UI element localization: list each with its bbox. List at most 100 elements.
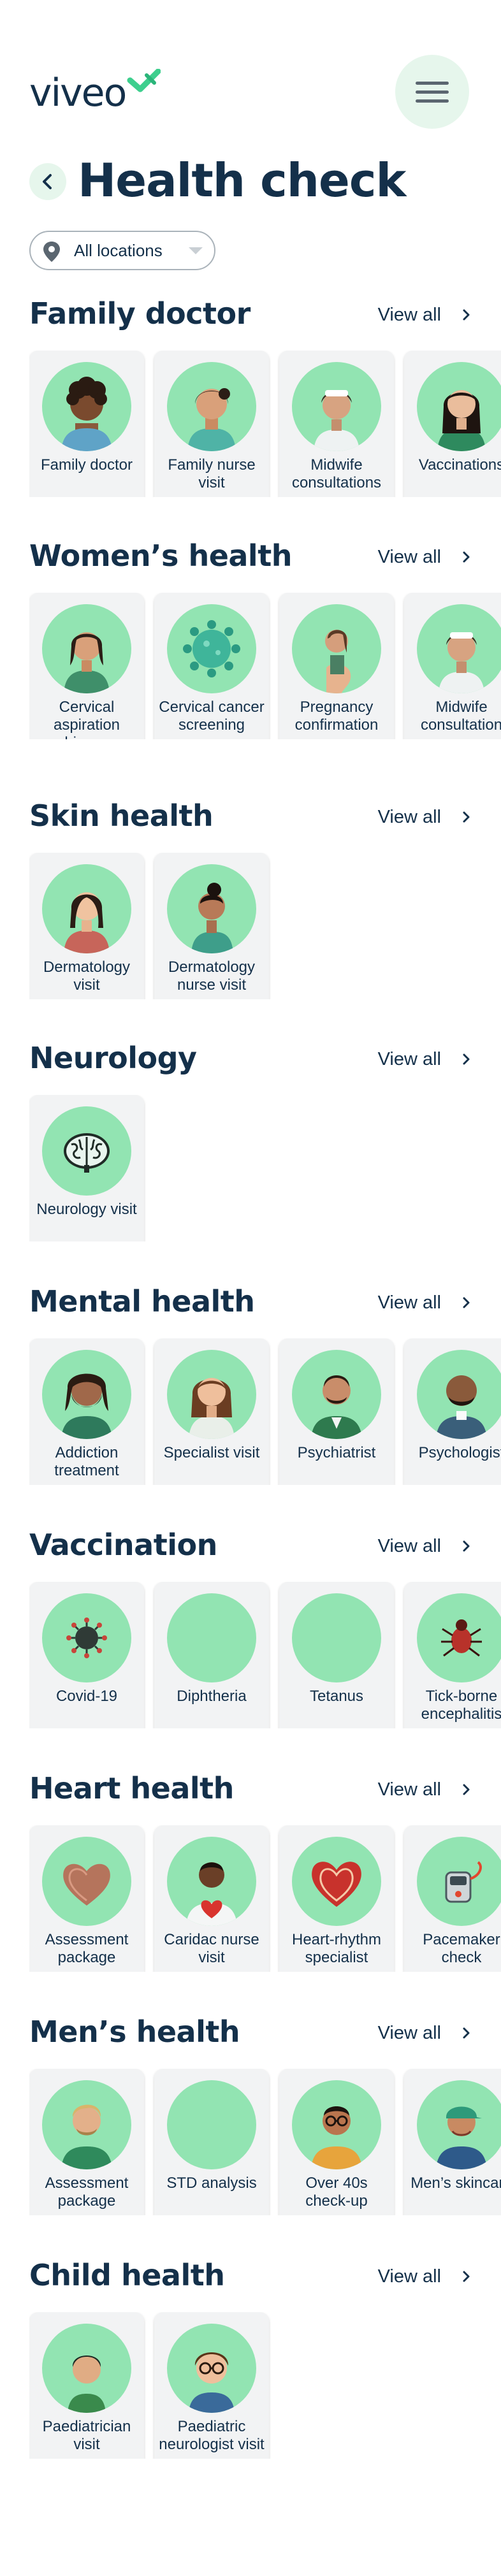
section-header: Men’s health View all: [29, 2010, 476, 2052]
service-card-carousel[interactable]: Paediatrician visit Paediatric neurologis…: [29, 2312, 501, 2459]
section-mental-health: Mental health View all Addiction treatment…: [0, 1280, 501, 1496]
service-card[interactable]: Diphtheria: [154, 1582, 269, 1728]
service-card[interactable]: Family doctor: [29, 351, 144, 497]
service-card-carousel[interactable]: Family doctor Family nurse visit Midwife c…: [29, 351, 501, 497]
service-card-label: Neurology visit: [36, 1201, 137, 1218]
service-card[interactable]: Paediatrician visit: [29, 2312, 144, 2459]
app-header: viveo: [0, 0, 501, 147]
service-card-carousel[interactable]: Dermatology visit Dermatology nurse visit: [29, 853, 501, 999]
service-card[interactable]: Covid-19: [29, 1582, 144, 1728]
service-illustration: [167, 362, 256, 451]
service-card[interactable]: Assessment package: [29, 2069, 144, 2215]
view-all-link[interactable]: View all: [378, 1532, 476, 1560]
service-illustration: [42, 1106, 131, 1196]
viveo-logo[interactable]: viveo: [29, 69, 161, 112]
section-header: Skin health View all: [29, 794, 476, 836]
location-filter-value: All locations: [74, 241, 163, 260]
woman-bun-illustration: [64, 632, 110, 693]
service-card[interactable]: Tetanus: [279, 1582, 394, 1728]
service-card[interactable]: Dermatology visit: [29, 853, 144, 999]
service-card-label: Assessment package: [45, 1931, 129, 1966]
service-card[interactable]: Pregnancy confirmation: [279, 593, 394, 739]
chevron-right-icon: [463, 1053, 470, 1065]
service-card[interactable]: Over 40s check-up: [279, 2069, 394, 2215]
view-all-link[interactable]: View all: [378, 301, 476, 329]
man-glasses-illustration: [311, 2106, 362, 2169]
service-card[interactable]: Family nurse visit: [154, 351, 269, 497]
view-all-label: View all: [377, 304, 441, 325]
view-all-label: View all: [377, 1292, 441, 1313]
view-all-link[interactable]: View all: [378, 543, 476, 571]
service-card[interactable]: Paediatric neurologist visit: [154, 2312, 269, 2459]
service-card-carousel[interactable]: Neurology visit: [29, 1095, 501, 1241]
location-filter-select[interactable]: All locations: [29, 231, 215, 270]
service-card[interactable]: Midwife consultation: [404, 593, 501, 739]
menu-button[interactable]: [395, 55, 469, 129]
service-illustration: [292, 604, 381, 693]
tick-illustration: [441, 1619, 482, 1657]
service-card[interactable]: Men’s skincare: [404, 2069, 501, 2215]
service-card-carousel[interactable]: Assessment package Caridac nurse visit Hea…: [29, 1825, 501, 1972]
back-button[interactable]: [29, 163, 66, 200]
service-card-label: Pacemaker check: [423, 1931, 500, 1966]
service-card[interactable]: Psychologist: [404, 1338, 501, 1485]
virus-cell-illustration: [183, 620, 240, 677]
empty-illustration: [167, 2080, 256, 2169]
child-glasses-illustration: [189, 2352, 235, 2413]
service-card[interactable]: Psychiatrist: [279, 1338, 394, 1485]
service-card[interactable]: Cervical cancer screening: [154, 593, 269, 739]
chevron-right-icon: [463, 2271, 470, 2282]
section-header: Child health View all: [29, 2254, 476, 2296]
service-card[interactable]: Assessment package: [29, 1825, 144, 1972]
service-card[interactable]: Heart-rhythm specialist: [279, 1825, 394, 1972]
service-card-label: Midwife consultations: [291, 456, 382, 491]
section-women-s-health: Women’s health View all Cervical aspiratio…: [0, 534, 501, 751]
view-all-link[interactable]: View all: [378, 1045, 476, 1073]
empty-illustration: [167, 1593, 256, 1682]
service-illustration: [292, 1350, 381, 1439]
service-card[interactable]: Pacemaker check: [404, 1825, 501, 1972]
view-all-label: View all: [377, 1779, 441, 1800]
section-child-health: Child health View all Paediatrician visit P…: [0, 2254, 501, 2470]
service-card-label: Dermatology visit: [43, 959, 131, 994]
service-card[interactable]: Vaccinations: [404, 351, 501, 497]
service-card[interactable]: Neurology visit: [29, 1095, 144, 1241]
view-all-link[interactable]: View all: [378, 2019, 476, 2047]
view-all-link[interactable]: View all: [378, 2262, 476, 2290]
service-card[interactable]: Cervical aspiration biopsy: [29, 593, 144, 739]
logo-check-icon: [127, 69, 161, 92]
service-card-label: Heart-rhythm specialist: [291, 1931, 382, 1966]
section-vaccination: Vaccination View all Covid-19 Diphtheria Tet…: [0, 1523, 501, 1740]
service-card[interactable]: Tick-borne encephalitis: [404, 1582, 501, 1728]
view-all-label: View all: [377, 546, 441, 567]
covid-virus-illustration: [66, 1617, 107, 1658]
view-all-link[interactable]: View all: [378, 803, 476, 831]
service-card-label: Tetanus: [309, 1688, 364, 1705]
service-card[interactable]: Specialist visit: [154, 1338, 269, 1485]
chevron-right-icon: [463, 1540, 470, 1552]
service-card-carousel[interactable]: Cervical aspiration biopsy Cervical cance…: [29, 593, 501, 739]
service-illustration: [417, 1837, 501, 1926]
service-card[interactable]: Caridac nurse visit: [154, 1825, 269, 1972]
woman-brown-hair-illustration: [189, 1378, 235, 1439]
service-card-carousel[interactable]: Covid-19 Diphtheria Tetanus Tick-borne ence…: [29, 1582, 501, 1728]
pacemaker-illustration: [445, 1861, 482, 1903]
service-card-carousel[interactable]: Addiction treatment Specialist visit Psych…: [29, 1338, 501, 1485]
service-illustration: [42, 604, 131, 693]
service-card[interactable]: Addiction treatment: [29, 1338, 144, 1485]
service-illustration: [42, 864, 131, 953]
service-card-label: Paediatrician visit: [42, 2418, 131, 2453]
section-men-s-health: Men’s health View all Assessment package ST…: [0, 2010, 501, 2227]
man-cap-illustration: [436, 2106, 487, 2169]
service-card-label: Assessment package: [45, 2174, 129, 2210]
service-card[interactable]: Dermatology nurse visit: [154, 853, 269, 999]
service-card[interactable]: STD analysis: [154, 2069, 269, 2215]
service-card[interactable]: Midwife consultations: [279, 351, 394, 497]
view-all-link[interactable]: View all: [378, 1776, 476, 1804]
section-title: Mental health: [29, 1284, 255, 1319]
section-neurology: Neurology View all Neurology visit: [0, 1036, 501, 1253]
view-all-link[interactable]: View all: [378, 1289, 476, 1317]
section-skin-health: Skin health View all Dermatology visit Derm…: [0, 794, 501, 1011]
service-illustration: [292, 1837, 381, 1926]
service-card-carousel[interactable]: Assessment package STD analysis Over 40s c…: [29, 2069, 501, 2215]
